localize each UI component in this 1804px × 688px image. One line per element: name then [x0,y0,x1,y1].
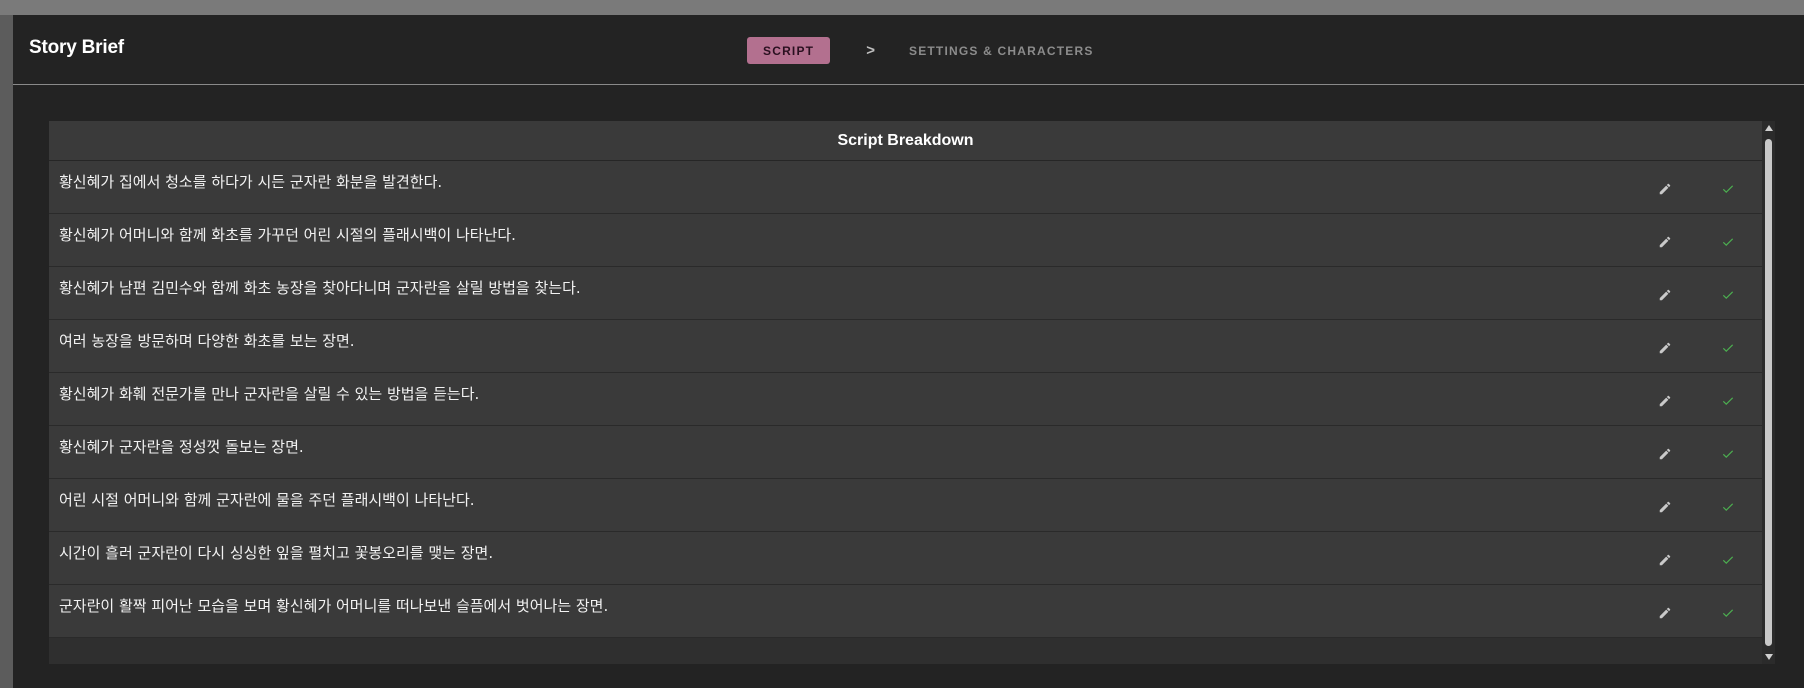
scene-text: 황신혜가 군자란을 정성껏 돌보는 장면. [59,438,304,456]
pencil-icon[interactable] [1655,550,1675,570]
scene-text: 황신혜가 화훼 전문가를 만나 군자란을 살릴 수 있는 방법을 듣는다. [59,385,480,403]
table-row: 황신혜가 집에서 청소를 하다가 시든 군자란 화분을 발견한다. [49,161,1762,214]
table-header: Script Breakdown [49,121,1762,161]
backdrop [0,15,13,688]
scrollbar-thumb[interactable] [1765,139,1772,646]
stepper: SCRIPT > SETTINGS & CHARACTERS [747,37,1094,64]
scroll-up-arrow-icon[interactable] [1762,121,1775,135]
pencil-icon[interactable] [1655,497,1675,517]
scene-text: 황신혜가 집에서 청소를 하다가 시든 군자란 화분을 발견한다. [59,173,443,191]
check-icon[interactable] [1718,285,1738,305]
table-row: 어린 시절 어머니와 함께 군자란에 물을 주던 플래시백이 나타난다. [49,479,1762,532]
scene-text: 여러 농장을 방문하며 다양한 화초를 보는 장면. [59,332,355,350]
vertical-scrollbar[interactable] [1762,121,1775,664]
table-row: 황신혜가 어머니와 함께 화초를 가꾸던 어린 시절의 플래시백이 나타난다. [49,214,1762,267]
pencil-icon[interactable] [1655,232,1675,252]
scene-text: 어린 시절 어머니와 함께 군자란에 물을 주던 플래시백이 나타난다. [59,491,475,509]
check-icon[interactable] [1718,232,1738,252]
check-icon[interactable] [1718,338,1738,358]
pencil-icon[interactable] [1655,603,1675,623]
check-icon[interactable] [1718,179,1738,199]
check-icon[interactable] [1718,603,1738,623]
page-title: Story Brief [29,37,124,58]
scene-text: 황신혜가 어머니와 함께 화초를 가꾸던 어린 시절의 플래시백이 나타난다. [59,226,516,244]
table-row: 여러 농장을 방문하며 다양한 화초를 보는 장면. [49,320,1762,373]
dialog-header: Story Brief SCRIPT > SETTINGS & CHARACTE… [13,15,1804,85]
pencil-icon[interactable] [1655,338,1675,358]
step-settings-characters[interactable]: SETTINGS & CHARACTERS [909,44,1094,58]
check-icon[interactable] [1718,391,1738,411]
scene-text: 군자란이 활짝 피어난 모습을 보며 황신혜가 어머니를 떠나보낸 슬픔에서 벗… [59,597,609,615]
step-separator: > [866,42,875,59]
check-icon[interactable] [1718,444,1738,464]
step-script[interactable]: SCRIPT [747,37,831,64]
pencil-icon[interactable] [1655,391,1675,411]
story-brief-dialog: Story Brief SCRIPT > SETTINGS & CHARACTE… [13,15,1804,688]
script-breakdown-panel: Script Breakdown 황신혜가 집에서 청소를 하다가 시든 군자란… [49,121,1775,664]
pencil-icon[interactable] [1655,179,1675,199]
scene-text: 황신혜가 남편 김민수와 함께 화초 농장을 찾아다니며 군자란을 살릴 방법을… [59,279,581,297]
scene-text: 시간이 흘러 군자란이 다시 싱싱한 잎을 펼치고 꽃봉오리를 맺는 장면. [59,544,494,562]
script-table: Script Breakdown 황신혜가 집에서 청소를 하다가 시든 군자란… [49,121,1762,664]
table-row: 황신혜가 군자란을 정성껏 돌보는 장면. [49,426,1762,479]
pencil-icon[interactable] [1655,285,1675,305]
pencil-icon[interactable] [1655,444,1675,464]
table-row: 황신혜가 화훼 전문가를 만나 군자란을 살릴 수 있는 방법을 듣는다. [49,373,1762,426]
scroll-down-arrow-icon[interactable] [1762,650,1775,664]
table-row: 황신혜가 남편 김민수와 함께 화초 농장을 찾아다니며 군자란을 살릴 방법을… [49,267,1762,320]
check-icon[interactable] [1718,550,1738,570]
table-row: 시간이 흘러 군자란이 다시 싱싱한 잎을 펼치고 꽃봉오리를 맺는 장면. [49,532,1762,585]
table-row: 군자란이 활짝 피어난 모습을 보며 황신혜가 어머니를 떠나보낸 슬픔에서 벗… [49,585,1762,638]
check-icon[interactable] [1718,497,1738,517]
